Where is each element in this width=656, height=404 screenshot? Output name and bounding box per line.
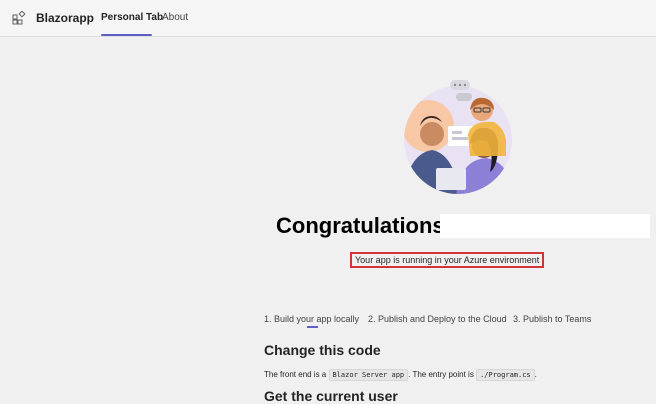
desc-text-3: . [534, 370, 537, 379]
congratulations-heading: Congratulations, [276, 213, 451, 238]
redacted-user-name [440, 214, 650, 238]
step-publish-deploy[interactable]: 2. Publish and Deploy to the Cloud [368, 314, 507, 324]
active-tab-indicator [101, 34, 152, 36]
app-name: Blazorapp [36, 11, 95, 25]
desc-text-2: . The entry point is [408, 370, 474, 379]
step-build-locally[interactable]: 1. Build your app locally [264, 314, 359, 324]
step-publish-teams[interactable]: 3. Publish to Teams [513, 314, 591, 324]
change-code-description: The front end is a Blazor Server app. Th… [264, 368, 537, 382]
current-user-heading: Get the current user [264, 388, 398, 404]
app-header: Blazorapp Personal Tab About [0, 0, 656, 37]
desc-text-1: The front end is a [264, 370, 327, 379]
team-illustration [404, 80, 512, 194]
tab-personal[interactable]: Personal Tab [101, 12, 163, 23]
tab-about[interactable]: About [162, 12, 188, 23]
app-grid-icon[interactable] [12, 11, 26, 25]
active-step-indicator [307, 326, 318, 328]
status-message: Your app is running in your Azure enviro… [350, 252, 545, 268]
code-blazor-server: Blazor Server app [328, 369, 409, 381]
change-code-heading: Change this code [264, 342, 381, 358]
code-program-cs: ./Program.cs [476, 369, 535, 381]
